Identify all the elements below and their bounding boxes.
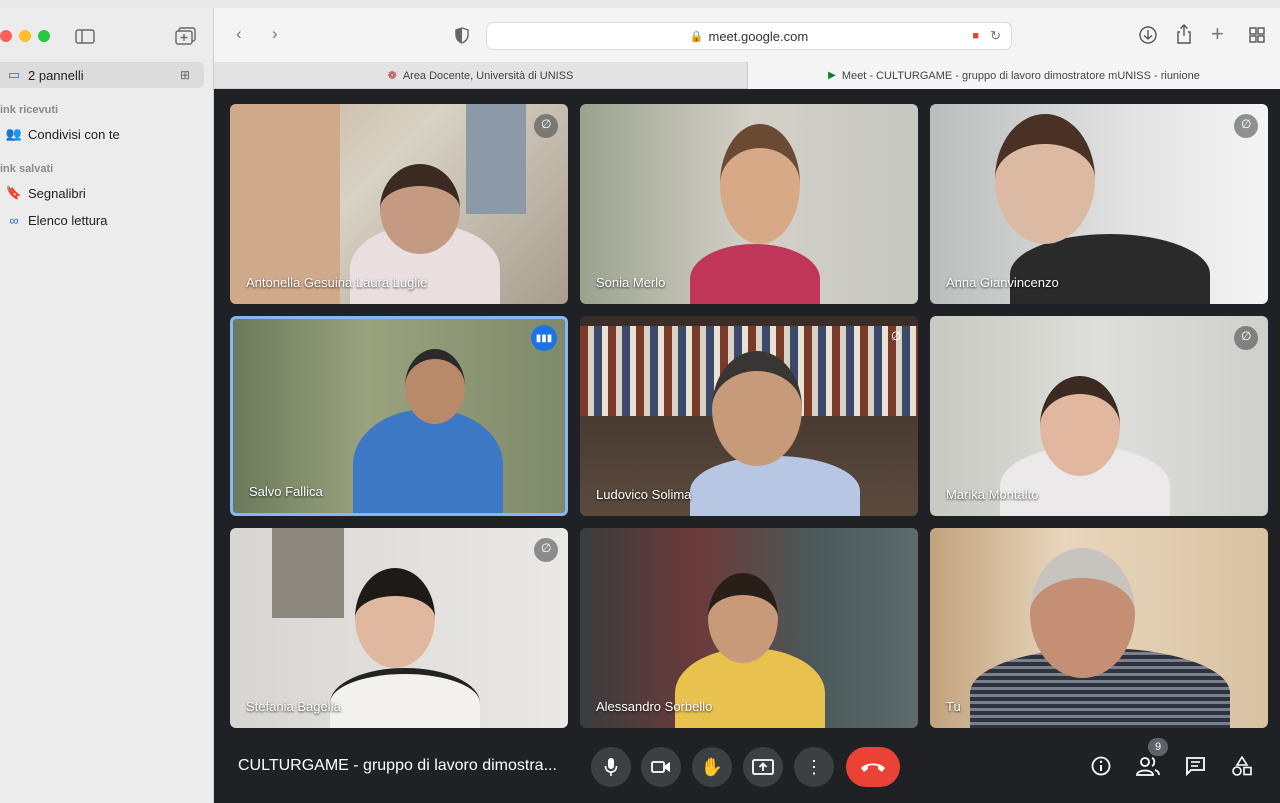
privacy-shield-icon[interactable] — [455, 27, 469, 44]
grid-icon[interactable]: ⊞ — [180, 68, 190, 82]
tab-overview-icon[interactable] — [1249, 27, 1265, 43]
mic-off-icon: ∅ — [1234, 326, 1258, 350]
participant-name: Sonia Merlo — [596, 275, 666, 290]
participant-name: Ludovico Solima — [596, 487, 692, 502]
sidebar-item-label: Segnalibri — [28, 185, 86, 201]
sidebar-item-bookmarks[interactable]: 🔖 Segnalibri — [0, 180, 86, 206]
sidebar-item-reading-list[interactable]: ∞ Elenco lettura — [0, 207, 108, 233]
bookmark-icon: 🔖 — [5, 185, 23, 200]
section-heading-received: ink ricevuti — [0, 104, 59, 116]
minimize-window-button[interactable] — [19, 30, 31, 42]
address-bar[interactable]: 🔒 meet.google.com ■ ↻ — [486, 22, 1012, 50]
new-tab-icon[interactable]: + — [1211, 23, 1224, 45]
sidebar-toggle-icon[interactable] — [75, 29, 95, 44]
mic-off-icon: ∅ — [534, 538, 558, 562]
back-icon[interactable]: ‹ — [236, 24, 242, 44]
participant-name: Marika Montalto — [946, 487, 1039, 502]
browser-toolbar: ‹ › 🔒 meet.google.com ■ ↻ + — [214, 8, 1280, 62]
download-icon[interactable] — [1139, 26, 1157, 44]
meeting-details-icon[interactable] — [1091, 756, 1111, 776]
participant-tile[interactable]: Alessandro Sorbello — [580, 528, 918, 728]
participant-name: Stefania Bagella — [246, 699, 341, 714]
new-tab-group-icon[interactable] — [175, 27, 196, 45]
present-screen-button[interactable] — [743, 747, 783, 787]
meet-favicon-icon: ▶ — [828, 70, 836, 81]
more-options-button[interactable]: ⋮ — [794, 747, 834, 787]
participant-video — [690, 456, 860, 516]
raise-hand-button[interactable]: ✋ — [692, 747, 732, 787]
uniss-favicon-icon: ❁ — [387, 70, 397, 82]
tab-area-docente[interactable]: ❁ Area Docente, Università di UNISS — [214, 62, 748, 89]
participant-name: Tu — [946, 699, 961, 714]
sidebar-item-label: 2 pannelli — [28, 67, 84, 83]
microphone-button[interactable] — [591, 747, 631, 787]
chat-icon[interactable] — [1185, 756, 1206, 776]
lock-icon: 🔒 — [689, 30, 704, 43]
participant-tile[interactable]: ∅ Anna Gianvincenzo — [930, 104, 1268, 304]
laptop-icon: ▭ — [7, 67, 21, 82]
microphone-icon — [604, 758, 618, 776]
hand-icon: ✋ — [700, 756, 724, 777]
camera-button[interactable] — [641, 747, 681, 787]
activities-icon[interactable] — [1232, 756, 1252, 776]
mic-off-icon: ∅ — [534, 114, 558, 138]
tab-label: Meet - CULTURGAME - gruppo di lavoro dim… — [841, 69, 1200, 82]
url-text: meet.google.com — [708, 28, 809, 44]
meet-control-bar: CULTURGAME - gruppo di lavoro dimostra..… — [214, 730, 1280, 803]
participant-tile[interactable]: ∅ Marika Montalto — [930, 316, 1268, 516]
tab-meet[interactable]: ▶ Meet - CULTURGAME - gruppo di lavoro d… — [748, 62, 1280, 89]
safari-sidebar: ▭ 2 pannelli ⊞ ink ricevuti 👥 Condivisi … — [0, 8, 214, 803]
participant-name: Salvo Fallica — [249, 484, 323, 499]
sidebar-item-label: Condivisi con te — [28, 126, 120, 142]
participant-video — [690, 244, 820, 304]
mic-off-icon: ∅ — [891, 329, 902, 343]
reload-icon[interactable]: ↻ — [990, 28, 1001, 44]
share-icon[interactable] — [1176, 24, 1192, 44]
participant-video — [330, 668, 480, 728]
participant-video — [353, 409, 503, 513]
mic-off-icon: ∅ — [1234, 114, 1258, 138]
participant-tile-active-speaker[interactable]: ▮▮▮ Salvo Fallica — [230, 316, 568, 516]
end-call-button[interactable] — [846, 747, 900, 787]
glasses-icon: ∞ — [9, 212, 19, 228]
speaking-indicator-icon: ▮▮▮ — [531, 325, 557, 351]
participant-tile[interactable]: ∅ Stefania Bagella — [230, 528, 568, 728]
meeting-title: CULTURGAME - gruppo di lavoro dimostra..… — [238, 757, 557, 774]
camera-icon — [651, 761, 670, 773]
macos-menubar — [0, 0, 1280, 8]
close-window-button[interactable] — [0, 30, 12, 42]
participant-tile[interactable]: Sonia Merlo — [580, 104, 918, 304]
people-icon[interactable] — [1136, 756, 1160, 776]
present-screen-icon — [752, 759, 774, 775]
hang-up-icon — [861, 763, 885, 772]
zoom-window-button[interactable] — [38, 30, 50, 42]
tab-label: Area Docente, Università di UNISS — [402, 69, 574, 82]
participant-tile-self[interactable]: Tu — [930, 528, 1268, 728]
participant-name: Antonella Gesuina Laura Luglie — [246, 275, 428, 290]
section-heading-saved: ink salvati — [0, 163, 54, 175]
people-icon: 👥 — [5, 126, 23, 141]
camera-in-use-icon[interactable]: ■ — [972, 30, 979, 42]
participant-video — [1010, 234, 1210, 304]
sidebar-item-shared[interactable]: 👥 Condivisi con te — [0, 121, 120, 147]
participant-tile[interactable]: ∅ Ludovico Solima — [580, 316, 918, 516]
forward-icon[interactable]: › — [272, 24, 278, 44]
more-vert-icon: ⋮ — [805, 757, 823, 777]
sidebar-item-tab-group[interactable]: ▭ 2 pannelli ⊞ — [0, 62, 204, 88]
tab-bar: ❁ Area Docente, Università di UNISS ▶ Me… — [214, 62, 1280, 89]
participant-tile[interactable]: ∅ Antonella Gesuina Laura Luglie — [230, 104, 568, 304]
participant-name: Anna Gianvincenzo — [946, 275, 1059, 290]
participant-name: Alessandro Sorbello — [596, 699, 713, 714]
participant-count-badge: 9 — [1148, 738, 1168, 756]
sidebar-item-label: Elenco lettura — [28, 212, 108, 228]
